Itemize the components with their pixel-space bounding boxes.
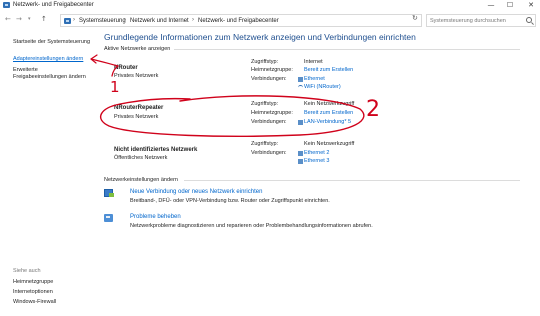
connections-label: Verbindungen: — [251, 119, 287, 125]
sidebar-link-sharing-line1[interactable]: Erweiterte — [13, 67, 38, 73]
network-sharing-center-window: Netzwerk- und Freigabecenter — ☐ ✕ ← → ▾… — [0, 0, 540, 316]
access-type-label: Zugriffstyp: — [251, 59, 279, 65]
network-center-icon — [3, 2, 10, 8]
search-icon[interactable] — [526, 17, 532, 23]
access-type-label: Zugriffstyp: — [251, 101, 279, 107]
sidebar-link-firewall[interactable]: Windows-Firewall — [13, 299, 56, 305]
title-bar: Netzwerk- und Freigabecenter — ☐ ✕ — [0, 0, 540, 11]
connection-link-ethernet-3[interactable]: Ethernet 3 — [304, 158, 329, 164]
control-panel-icon — [64, 18, 71, 24]
main-content: Grundlegende Informationen zum Netzwerk … — [100, 28, 540, 316]
forward-arrow-icon[interactable]: → — [16, 15, 22, 23]
ethernet-icon — [298, 151, 303, 156]
access-type-label: Zugriffstyp: — [251, 141, 279, 147]
wifi-icon — [298, 85, 303, 90]
connection-link-ethernet-2[interactable]: Ethernet 2 — [304, 150, 329, 156]
network-name: NRouter — [114, 65, 138, 71]
active-networks-label: Aktive Netzwerke anzeigen — [104, 46, 171, 52]
minimize-button[interactable]: — — [484, 0, 498, 11]
section-divider — [174, 49, 520, 50]
connection-link-wifi[interactable]: WiFi (NRouter) — [304, 84, 341, 90]
recent-locations-icon[interactable]: ▾ — [28, 16, 31, 22]
breadcrumb-netzwerk-internet[interactable]: Netzwerk und Internet — [130, 18, 189, 24]
troubleshoot-description: Netzwerkprobleme diagnostizieren und rep… — [130, 223, 373, 229]
page-title: Grundlegende Informationen zum Netzwerk … — [104, 32, 416, 42]
access-type-value: Kein Netzwerkzugriff — [304, 101, 355, 107]
address-bar[interactable]: › Systemsteuerung › Netzwerk und Interne… — [60, 14, 464, 27]
breadcrumb-separator[interactable]: › — [192, 17, 194, 23]
network-type-link[interactable]: Privates Netzwerk — [114, 73, 158, 79]
sidebar: Startseite der Systemsteuerung Adapterei… — [0, 28, 98, 316]
connection-link-ethernet[interactable]: Ethernet — [304, 76, 325, 82]
sidebar-link-internet-options[interactable]: Internetoptionen — [13, 289, 53, 295]
up-arrow-icon[interactable]: ↑ — [41, 15, 47, 23]
change-settings-label: Netzwerkeinstellungen ändern — [104, 177, 178, 183]
troubleshoot-link[interactable]: Probleme beheben — [130, 214, 181, 220]
access-type-value: Internet — [304, 59, 323, 65]
network-type-link[interactable]: Öffentliches Netzwerk — [114, 155, 167, 161]
new-connection-icon — [104, 189, 114, 197]
ethernet-icon — [298, 77, 303, 82]
breadcrumb-separator[interactable]: › — [124, 17, 126, 23]
breadcrumb-systemsteuerung[interactable]: Systemsteuerung — [79, 18, 126, 24]
search-input[interactable]: Systemsteuerung durchsuchen — [430, 18, 506, 24]
new-connection-description: Breitband-, DFÜ- oder VPN-Verbindung bzw… — [130, 198, 330, 204]
new-connection-link[interactable]: Neue Verbindung oder neues Netzwerk einr… — [130, 189, 262, 195]
connections-label: Verbindungen: — [251, 150, 287, 156]
search-box[interactable]: Systemsteuerung durchsuchen — [426, 14, 536, 27]
breadcrumb-freigabecenter[interactable]: Netzwerk- und Freigabecenter — [198, 18, 279, 24]
window-title: Netzwerk- und Freigabecenter — [13, 2, 94, 8]
homegroup-label: Heimnetzgruppe: — [251, 67, 293, 73]
ethernet-icon — [298, 159, 303, 164]
sidebar-link-home[interactable]: Startseite der Systemsteuerung — [13, 39, 90, 45]
connection-link-lan[interactable]: LAN-Verbindung* 5 — [304, 119, 351, 125]
lan-connection-icon — [298, 120, 303, 125]
address-bar-row: ← → ▾ ↑ › Systemsteuerung › Netzwerk und… — [0, 13, 540, 27]
section-divider — [184, 180, 520, 181]
maximize-button[interactable]: ☐ — [503, 0, 517, 11]
network-name: NRouterRepeater — [114, 105, 164, 111]
sidebar-link-homegroup[interactable]: Heimnetzgruppe — [13, 279, 53, 285]
breadcrumb-root-chevron[interactable]: › — [73, 17, 75, 23]
sidebar-link-adapter-settings[interactable]: Adaptereinstellungen ändern — [13, 56, 83, 62]
homegroup-link[interactable]: Bereit zum Erstellen — [304, 67, 353, 73]
connections-label: Verbindungen: — [251, 76, 287, 82]
access-type-value: Kein Netzwerkzugriff — [304, 141, 355, 147]
troubleshoot-icon — [104, 214, 113, 222]
sidebar-link-sharing-line2[interactable]: Freigabeeinstellungen ändern — [13, 74, 86, 80]
network-name: Nicht identifiziertes Netzwerk — [114, 147, 198, 153]
back-arrow-icon[interactable]: ← — [5, 15, 11, 23]
network-type-link[interactable]: Privates Netzwerk — [114, 114, 158, 120]
homegroup-link[interactable]: Bereit zum Erstellen — [304, 110, 353, 116]
see-also-heading: Siehe auch — [13, 268, 41, 274]
homegroup-label: Heimnetzgruppe: — [251, 110, 293, 116]
close-button[interactable]: ✕ — [524, 0, 538, 11]
refresh-icon[interactable]: ↻ — [412, 14, 418, 22]
